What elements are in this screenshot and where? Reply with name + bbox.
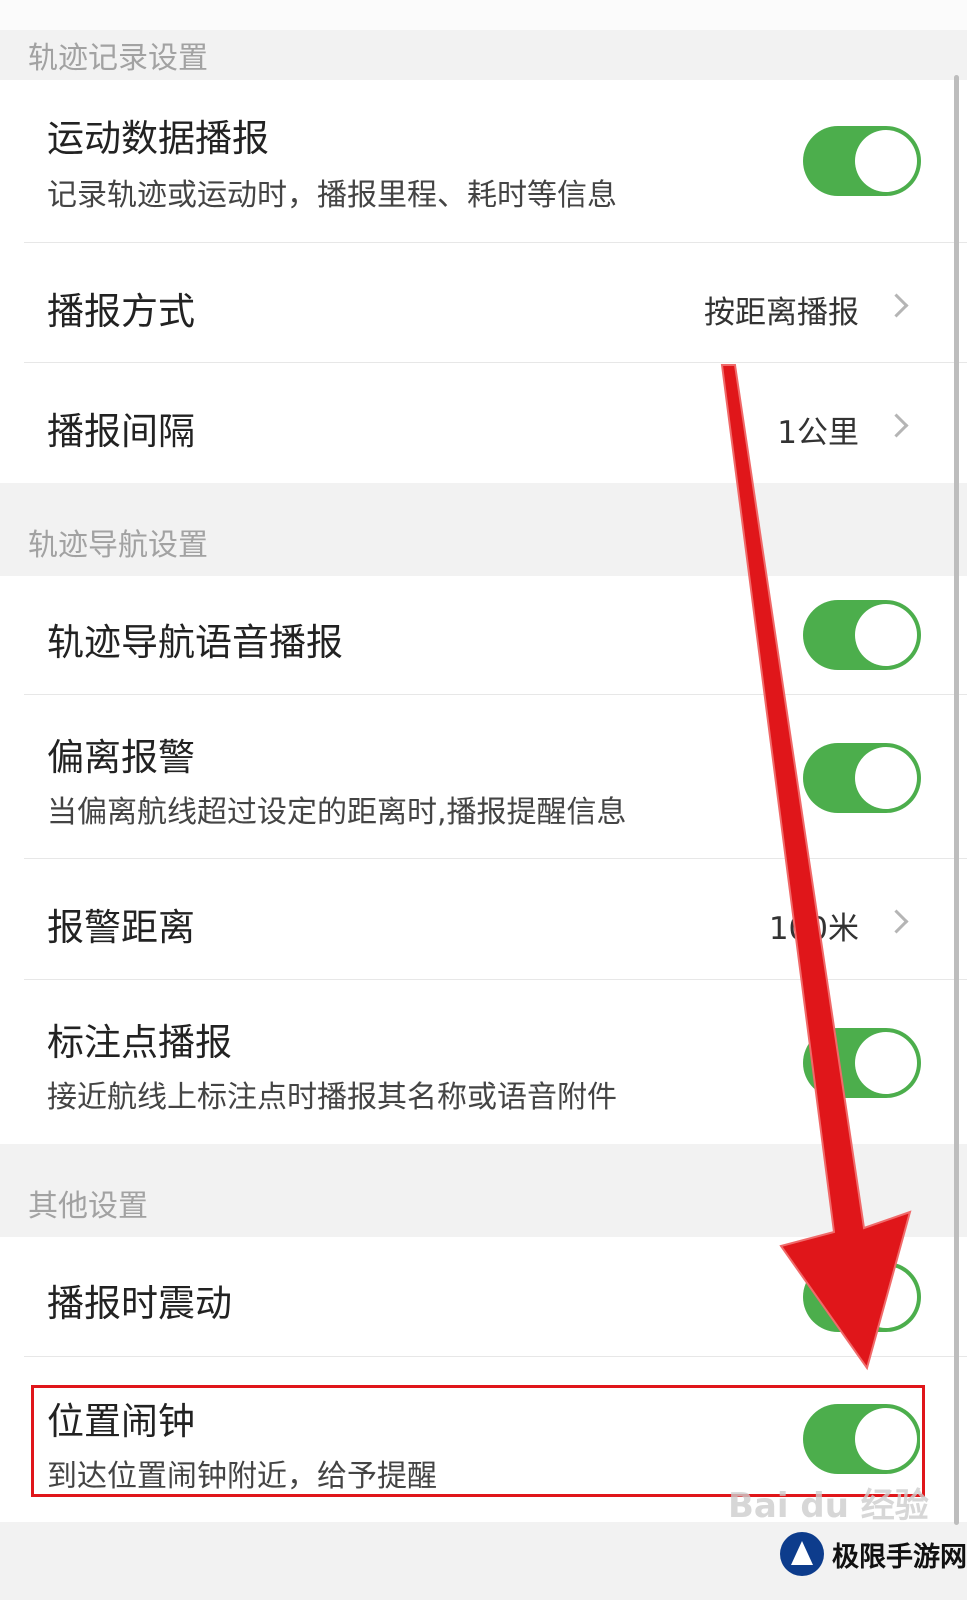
toggle-knob (855, 130, 917, 192)
section-title: 轨迹记录设置 (28, 41, 208, 76)
row-title: 播报时震动 (47, 1282, 232, 1325)
row-value: 按距离播报 (704, 295, 859, 331)
row-marker-broadcast[interactable]: 标注点播报 接近航线上标注点时播报其名称或语音附件 (0, 980, 967, 1144)
brand-badge: 极限手游网 (780, 1532, 967, 1576)
chevron-right-icon (884, 293, 909, 318)
top-strip (0, 0, 967, 30)
section-header-track-navigation: 轨迹导航设置 (0, 483, 967, 576)
row-title: 播报间隔 (47, 410, 195, 453)
toggle-knob (855, 1032, 917, 1094)
toggle-switch[interactable] (803, 743, 921, 813)
row-subtitle: 记录轨迹或运动时，播报里程、耗时等信息 (47, 178, 617, 213)
baidu-jingyan-watermark: Bai du 经验 (728, 1486, 929, 1526)
row-title: 报警距离 (47, 906, 195, 949)
row-sport-data-broadcast[interactable]: 运动数据播报 记录轨迹或运动时，播报里程、耗时等信息 (0, 80, 967, 243)
row-deviation-alarm[interactable]: 偏离报警 当偏离航线超过设定的距离时,播报提醒信息 (0, 695, 967, 859)
row-alarm-distance[interactable]: 报警距离 100米 (0, 859, 967, 980)
brand-logo-icon (780, 1532, 824, 1576)
section-title: 轨迹导航设置 (28, 527, 208, 563)
toggle-switch[interactable] (803, 600, 921, 670)
chevron-right-icon (884, 413, 909, 438)
chevron-right-icon (884, 909, 909, 934)
section-header-other: 其他设置 (0, 1144, 967, 1237)
row-broadcast-interval[interactable]: 播报间隔 1公里 (0, 363, 967, 483)
brand-name: 极限手游网 (832, 1541, 967, 1573)
row-nav-voice-broadcast[interactable]: 轨迹导航语音播报 (0, 576, 967, 695)
toggle-knob (855, 1266, 917, 1328)
row-title: 运动数据播报 (47, 117, 269, 160)
row-value: 1公里 (777, 415, 859, 451)
toggle-switch[interactable] (803, 1028, 921, 1098)
row-title: 偏离报警 (47, 736, 195, 779)
row-value: 100米 (768, 911, 859, 947)
section-title: 其他设置 (28, 1188, 148, 1224)
row-broadcast-mode[interactable]: 播报方式 按距离播报 (0, 243, 967, 363)
toggle-knob (855, 747, 917, 809)
scrollbar[interactable] (954, 75, 959, 1525)
toggle-knob (855, 604, 917, 666)
row-subtitle: 当偏离航线超过设定的距离时,播报提醒信息 (47, 795, 627, 830)
row-subtitle: 接近航线上标注点时播报其名称或语音附件 (47, 1080, 617, 1115)
section-header-track-record: 轨迹记录设置 (0, 30, 967, 80)
toggle-switch[interactable] (803, 1262, 921, 1332)
row-title: 标注点播报 (47, 1021, 232, 1064)
row-vibrate-on-broadcast[interactable]: 播报时震动 (0, 1237, 967, 1357)
row-title: 播报方式 (47, 290, 195, 333)
toggle-switch[interactable] (803, 126, 921, 196)
row-title: 轨迹导航语音播报 (47, 621, 343, 664)
